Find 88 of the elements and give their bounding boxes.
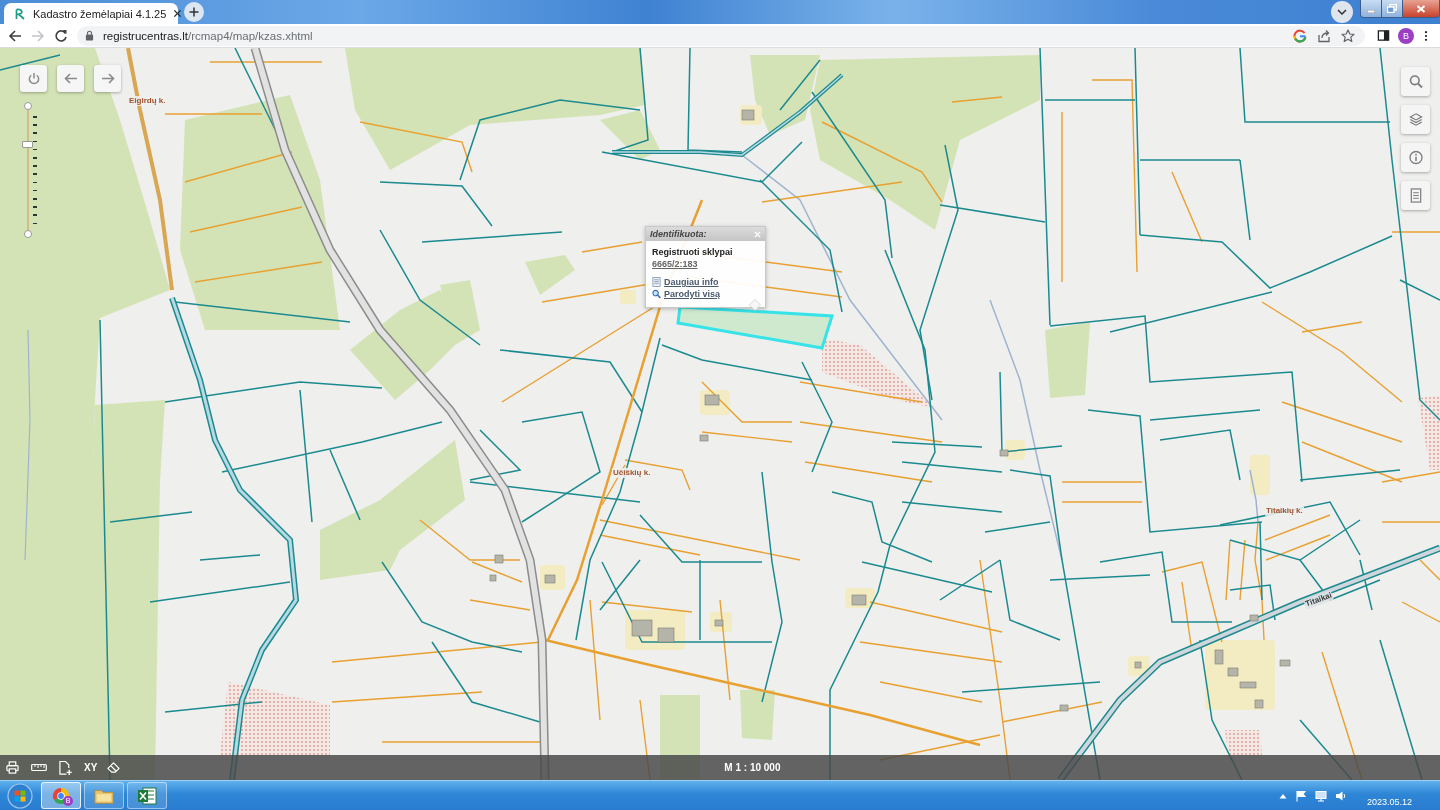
network-icon[interactable] <box>1314 789 1327 802</box>
minimize-icon <box>1367 10 1375 13</box>
show-all-link[interactable]: Parodyti visą <box>652 288 721 300</box>
speaker-icon[interactable] <box>1334 789 1347 802</box>
bookmark-star-icon[interactable] <box>1341 28 1355 43</box>
slider-end-icon[interactable] <box>24 230 32 238</box>
share-icon[interactable] <box>1317 28 1331 43</box>
redo-button[interactable] <box>94 65 121 92</box>
building <box>1134 661 1142 669</box>
info-icon <box>1408 150 1423 165</box>
building <box>699 434 709 442</box>
yard-area <box>1250 455 1270 495</box>
restore-icon <box>1387 4 1397 13</box>
close-icon <box>1416 4 1426 13</box>
yard-area <box>620 290 636 304</box>
side-panel-icon[interactable] <box>1377 29 1390 42</box>
ruler-icon[interactable] <box>31 763 47 772</box>
document-icon <box>1408 188 1423 203</box>
taskbar-app-button[interactable] <box>84 782 124 809</box>
layers-button[interactable] <box>1401 105 1430 134</box>
building <box>741 109 755 121</box>
tray-date[interactable]: 2023.05.12 <box>1366 796 1412 807</box>
restore-button[interactable] <box>1382 0 1403 17</box>
spreadsheet-icon <box>137 786 157 805</box>
building <box>1214 649 1224 665</box>
lock-icon <box>85 30 94 41</box>
search-button[interactable] <box>1401 67 1430 96</box>
building <box>1254 699 1264 709</box>
layers-icon <box>1408 112 1423 127</box>
browser-tab[interactable]: Kadastro žemėlapiai 4.1.25 <box>4 3 178 24</box>
building <box>657 627 675 643</box>
scale-label: M 1 : 10 000 <box>724 762 781 773</box>
browser-icon <box>51 786 71 805</box>
close-icon[interactable] <box>173 9 183 18</box>
g-logo-icon[interactable] <box>1293 28 1307 43</box>
undo-button[interactable] <box>57 65 84 92</box>
new-tab-button[interactable] <box>184 2 204 22</box>
place-label: Učiškių k. <box>612 468 652 478</box>
print-icon[interactable] <box>6 761 19 774</box>
building <box>1239 681 1257 689</box>
flag-icon[interactable] <box>1294 789 1307 802</box>
back-arrow-icon[interactable] <box>8 28 22 43</box>
building <box>999 449 1009 457</box>
power-button[interactable] <box>20 65 47 92</box>
popup-heading: Registruoti sklypai <box>652 246 734 258</box>
building <box>1249 614 1259 622</box>
profile-button[interactable]: B <box>1398 27 1414 44</box>
building <box>1227 667 1239 677</box>
site-logo-icon <box>14 7 26 20</box>
forward-arrow-icon <box>100 72 115 85</box>
popup-title: Identifikuota: <box>650 229 707 239</box>
building <box>544 574 556 584</box>
power-icon <box>26 72 41 85</box>
building <box>489 574 497 582</box>
coordinates-button[interactable]: XY <box>84 762 98 773</box>
reload-icon[interactable] <box>54 28 68 43</box>
add-page-icon[interactable] <box>59 759 72 776</box>
taskbar-app-button[interactable] <box>127 782 167 809</box>
zoom-slider-thumb[interactable] <box>22 141 33 148</box>
legend-button[interactable] <box>1401 181 1430 210</box>
tab-search-button[interactable] <box>1331 0 1353 23</box>
place-label: Titaikių k. <box>1265 506 1304 516</box>
parcel-id-link[interactable]: 6665/2:183 <box>652 258 698 270</box>
plus-icon <box>189 7 199 17</box>
window-close-button[interactable] <box>1403 0 1439 17</box>
building <box>1059 704 1069 712</box>
building <box>631 619 653 637</box>
meadow-area <box>525 255 575 295</box>
up-arrow-icon[interactable] <box>1278 792 1287 799</box>
magnifier-icon <box>652 289 661 299</box>
minimize-button[interactable] <box>1361 0 1382 17</box>
address-field[interactable]: registrucentras.lt/rcmap4/map/kzas.xhtml <box>77 25 1365 46</box>
back-arrow-icon <box>63 72 78 85</box>
place-label: Eigirdų k. <box>128 96 167 106</box>
building <box>704 394 720 406</box>
menu-icon[interactable] <box>1424 29 1428 42</box>
document-icon <box>652 277 661 287</box>
slider-end-icon[interactable] <box>24 102 32 110</box>
zoom-slider[interactable] <box>20 102 38 238</box>
more-info-link[interactable]: Daugiau info <box>652 276 719 288</box>
eraser-icon[interactable] <box>107 761 121 774</box>
search-icon <box>1408 74 1423 89</box>
building <box>851 594 867 606</box>
building <box>1279 659 1291 667</box>
building <box>714 619 724 627</box>
start-orb-icon[interactable] <box>7 782 33 809</box>
chevron-down-icon <box>1337 8 1347 15</box>
info-button[interactable] <box>1401 143 1430 172</box>
